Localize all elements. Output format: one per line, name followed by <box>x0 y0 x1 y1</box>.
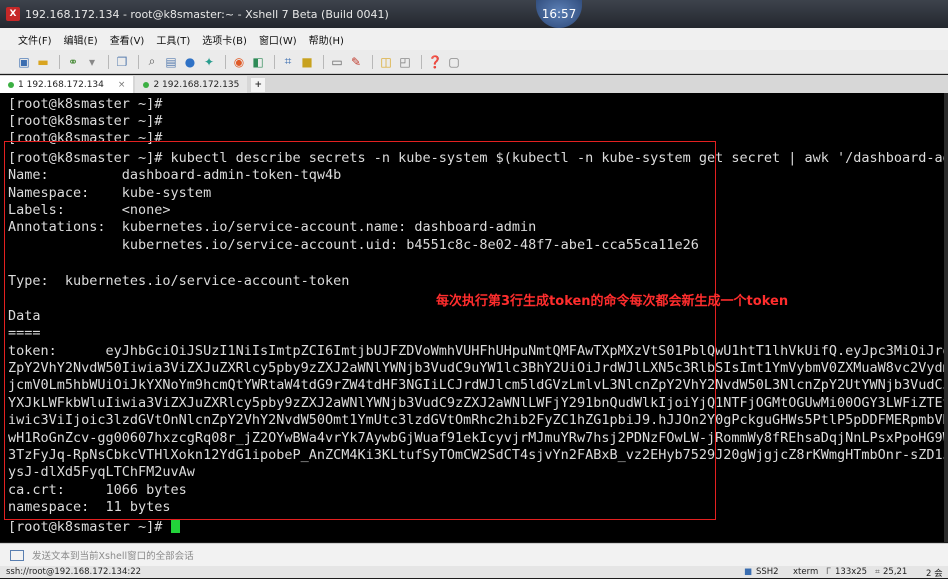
toolbar-divider <box>138 54 139 69</box>
compose-bar-icon <box>10 549 24 561</box>
keyboard-icon[interactable]: ▭ <box>329 55 345 69</box>
compose-bar-placeholder: 发送文本到当前Xshell窗口的全部会话 <box>32 551 194 562</box>
terminal-line: ca.crt: 1066 bytes <box>8 482 187 498</box>
link-icon[interactable]: ⚭ <box>65 55 81 69</box>
chat-icon[interactable]: ▢ <box>446 55 462 69</box>
token-annotation: 每次执行第3行生成token的命令每次都会新生成一个token <box>436 294 789 309</box>
session-tab-bar: 1 192.168.172.134 × 2 192.168.172.135 + <box>0 75 948 93</box>
lock-status-icon: ■ <box>744 567 753 577</box>
toolbar-divider <box>274 54 275 69</box>
terminal-line: [root@k8smaster ~]# <box>8 113 163 129</box>
connected-status-icon <box>8 81 14 88</box>
terminal-line: Data <box>8 308 41 324</box>
toolbar-divider <box>225 54 226 69</box>
status-connection: ssh://root@192.168.172.134:22 <box>6 567 142 577</box>
terminal-size-icon: Γ <box>826 567 831 577</box>
layout-icon[interactable]: ◫ <box>378 55 394 69</box>
disconnect-icon[interactable]: ▾ <box>84 55 100 69</box>
copy-icon[interactable]: ❐ <box>114 55 130 69</box>
compose-bar[interactable]: 发送文本到当前Xshell窗口的全部会话 <box>0 543 948 566</box>
terminal-line: wH1RoGnZcv-gg00607hxzcgRq08r_jZ2OYwBWa4v… <box>8 430 948 446</box>
terminal-line: Type: kubernetes.io/service-account-toke… <box>8 273 350 289</box>
menu-edit[interactable]: 编辑(E) <box>64 32 98 47</box>
terminal-line: token: eyJhbGciOiJSUzI1NiIsImtpZCI6Imtjb… <box>8 343 948 359</box>
color-icon[interactable]: ● <box>182 55 198 69</box>
search-icon[interactable]: ⌕ <box>144 54 160 69</box>
toolbar: ▣ ▬ ⚭ ▾ ❐ ⌕ ▤ ● ✦ ◉ ◧ ⌗ ■ ▭ ✎ ◫ ◰ ❓ ▢ <box>0 50 948 74</box>
record-icon[interactable]: ◧ <box>250 55 266 69</box>
menu-window[interactable]: 窗口(W) <box>259 32 297 47</box>
terminal-line: [root@k8smaster ~]# <box>8 130 163 146</box>
status-terminal-type: xterm <box>793 567 819 577</box>
script-icon[interactable]: ✎ <box>348 55 364 69</box>
window-icon[interactable]: ◰ <box>397 55 413 69</box>
terminal-scrollbar[interactable] <box>944 93 948 542</box>
terminal-line: Annotations: kubernetes.io/service-accou… <box>8 219 537 235</box>
session-tab-1[interactable]: 1 192.168.172.134 × <box>0 76 134 93</box>
menu-tabs[interactable]: 选项卡(B) <box>202 32 247 47</box>
toolbar-divider <box>59 54 60 69</box>
new-session-icon[interactable]: ▣ <box>16 55 32 69</box>
palette-icon[interactable]: ✦ <box>201 55 217 69</box>
terminal-line: ZpY2VhY2NvdW50Iiwia3ViZXJuZXRlcy5pby9zZX… <box>8 360 948 376</box>
font-icon[interactable]: ▤ <box>163 55 179 69</box>
status-bar: ssh://root@192.168.172.134:22 ■ SSH2 xte… <box>0 566 948 579</box>
status-size: 133x25 <box>835 567 868 577</box>
help-icon[interactable]: ❓ <box>427 55 443 69</box>
menu-file[interactable]: 文件(F) <box>18 32 52 47</box>
terminal-line: jcmV0Lm5hbWUiOiJkYXNoYm9hcmQtYWRtaW4tdG9… <box>8 377 948 393</box>
terminal-line: iwic3ViIjoic3lzdGVtOnNlcnZpY2VhY2NvdW50O… <box>8 412 948 428</box>
compose-icon[interactable]: ◉ <box>231 55 247 69</box>
lock-icon[interactable]: ■ <box>299 55 315 69</box>
status-cursor-position: 25,21 <box>883 567 908 577</box>
status-sessions: 2 会 <box>926 569 943 579</box>
toolbar-divider <box>421 54 422 69</box>
cursor-position-icon: ⌗ <box>875 567 880 577</box>
terminal-output[interactable]: [root@k8smaster ~]# [root@k8smaster ~]# … <box>0 93 948 542</box>
xshell-app-icon: X <box>6 7 20 21</box>
session-tab-label: 2 192.168.172.135 <box>153 79 240 90</box>
terminal-line: Namespace: kube-system <box>8 185 212 201</box>
terminal-line: 3TzFyJq-RpNsCbkcVTHlXokn12YdG1ipobeP_AnZ… <box>8 447 948 463</box>
terminal-line: ysJ-dlXd5FyqLTChFM2uvAw <box>8 464 195 480</box>
terminal-line: Labels: <none> <box>8 202 171 218</box>
prompt-text: [root@k8smaster ~]# <box>8 519 171 535</box>
toolbar-divider <box>323 54 324 69</box>
toolbar-divider <box>108 54 109 69</box>
menu-tools[interactable]: 工具(T) <box>156 32 190 47</box>
menu-bar: 文件(F) 编辑(E) 查看(V) 工具(T) 选项卡(B) 窗口(W) 帮助(… <box>0 28 948 50</box>
session-tab-label: 1 192.168.172.134 <box>18 79 104 90</box>
terminal-line: [root@k8smaster ~]# <box>8 96 163 112</box>
tab-close-icon[interactable]: × <box>118 80 126 90</box>
terminal-line: namespace: 11 bytes <box>8 499 171 515</box>
add-tab-button[interactable]: + <box>251 78 266 92</box>
terminal-line: YXJkLWFkbWluIiwia3ViZXJuZXRlcy5pby9zZXJ2… <box>8 395 948 411</box>
status-protocol: SSH2 <box>756 567 779 577</box>
terminal-line: [root@k8smaster ~]# kubectl describe sec… <box>8 150 948 166</box>
terminal-line: Name: dashboard-admin-token-tqw4b <box>8 167 342 183</box>
menu-view[interactable]: 查看(V) <box>110 32 145 47</box>
terminal-line: ==== <box>8 325 41 341</box>
terminal-cursor <box>170 519 180 533</box>
menu-help[interactable]: 帮助(H) <box>309 32 344 47</box>
terminal-line: kubernetes.io/service-account.uid: b4551… <box>8 237 699 253</box>
title-bar[interactable]: X 192.168.172.134 - root@k8smaster:~ - X… <box>0 0 948 28</box>
window-title: 192.168.172.134 - root@k8smaster:~ - Xsh… <box>25 7 389 21</box>
transfer-icon[interactable]: ⌗ <box>280 54 296 69</box>
folder-icon[interactable]: ▬ <box>35 55 51 69</box>
session-tab-2[interactable]: 2 192.168.172.135 <box>135 76 248 93</box>
connected-status-icon <box>143 81 150 88</box>
toolbar-divider <box>372 54 373 69</box>
terminal-prompt-line: [root@k8smaster ~]# <box>8 519 180 536</box>
